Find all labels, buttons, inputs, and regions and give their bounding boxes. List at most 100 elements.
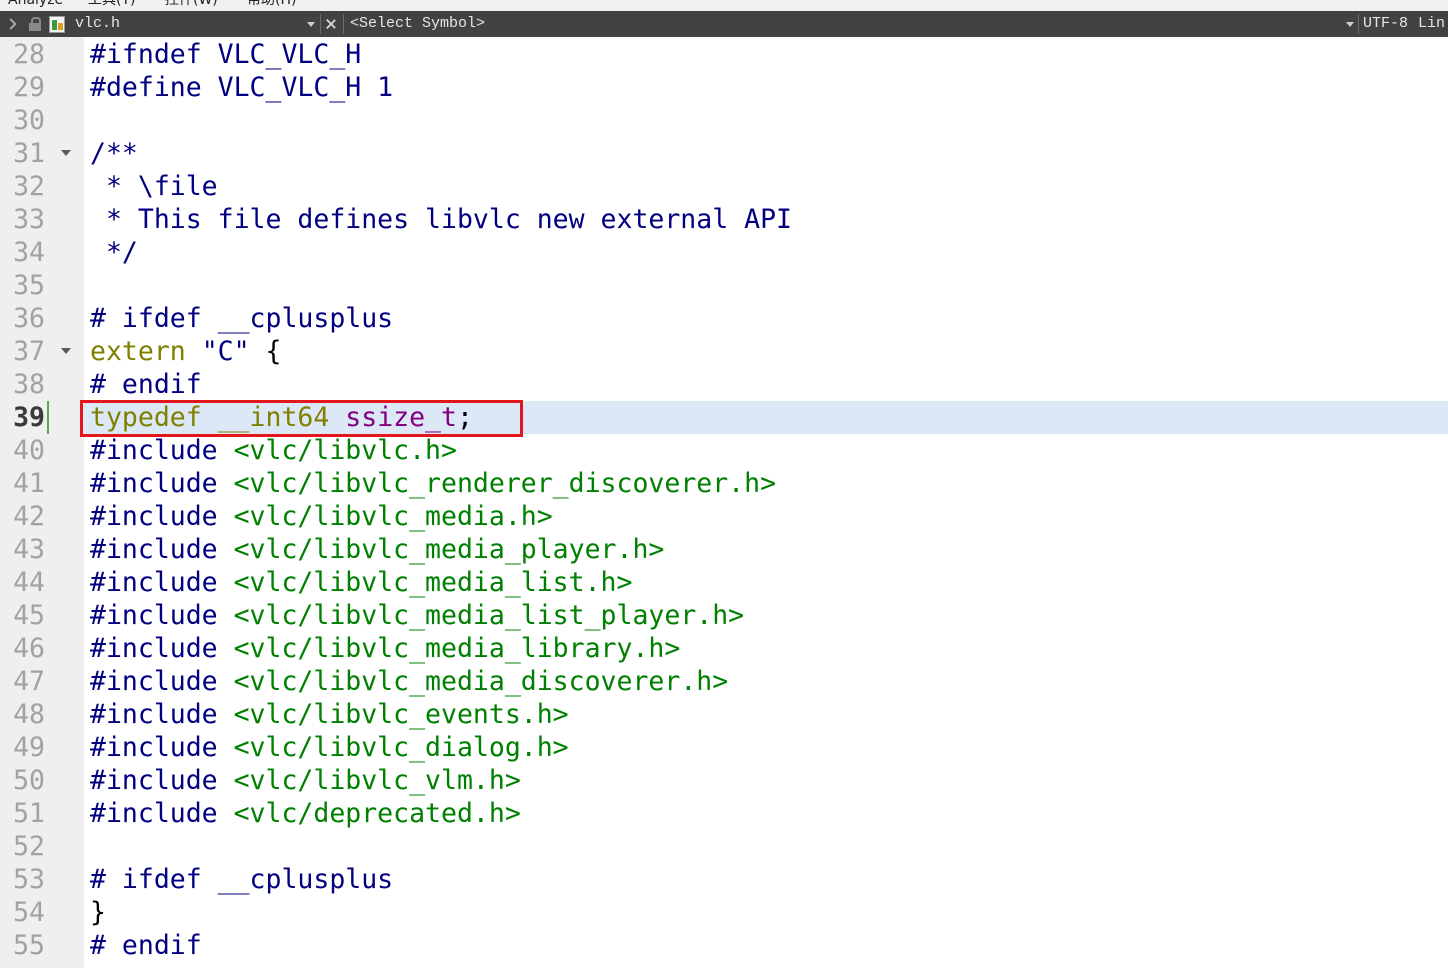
code-line[interactable]: 41 #include <vlc/libvlc_renderer_discover… [0,467,1448,500]
code-text[interactable]: #include <vlc/libvlc_vlm.h> [84,764,1448,797]
gutter-cell[interactable]: 28 [0,38,84,71]
menu-tools[interactable]: 工具(T) [88,0,135,9]
gutter-cell[interactable]: 30 [0,104,84,137]
code-line[interactable]: 51 #include <vlc/deprecated.h> [0,797,1448,830]
gutter-cell[interactable]: 37 [0,335,84,368]
code-line[interactable]: 49 #include <vlc/libvlc_dialog.h> [0,731,1448,764]
code-text[interactable]: */ [84,236,1448,269]
close-icon[interactable] [325,18,337,30]
code-line[interactable]: 42 #include <vlc/libvlc_media.h> [0,500,1448,533]
code-editor[interactable]: 28 #ifndef VLC_VLC_H 29 #define VLC_VLC_H 1… [0,37,1448,968]
gutter-cell[interactable]: 54 [0,896,84,929]
code-text[interactable]: #include <vlc/libvlc.h> [84,434,1448,467]
gutter-cell[interactable]: 46 [0,632,84,665]
code-line[interactable]: 52 [0,830,1448,863]
code-line[interactable]: 33 * This file defines libvlc new extern… [0,203,1448,236]
code-text[interactable]: #ifndef VLC_VLC_H [84,38,1448,71]
lock-icon[interactable] [29,17,41,31]
code-line[interactable]: 29 #define VLC_VLC_H 1 [0,71,1448,104]
code-line[interactable]: 54} [0,896,1448,929]
code-text[interactable]: #include <vlc/libvlc_media_player.h> [84,533,1448,566]
gutter-cell[interactable]: 49 [0,731,84,764]
gutter-cell[interactable]: 40 [0,434,84,467]
gutter-cell[interactable]: 31 [0,137,84,170]
code-text[interactable]: #include <vlc/libvlc_media.h> [84,500,1448,533]
code-line[interactable]: 55 # endif [0,929,1448,962]
chevron-down-icon[interactable] [1346,22,1354,27]
gutter-cell[interactable]: 44 [0,566,84,599]
code-text[interactable]: #include <vlc/libvlc_media_list_player.h… [84,599,1448,632]
code-line[interactable]: 44 #include <vlc/libvlc_media_list.h> [0,566,1448,599]
code-text[interactable]: #include <vlc/libvlc_events.h> [84,698,1448,731]
chevron-right-icon[interactable] [5,18,17,30]
code-line[interactable]: 50 #include <vlc/libvlc_vlm.h> [0,764,1448,797]
gutter-cell[interactable]: 50 [0,764,84,797]
gutter-cell[interactable]: 39 [0,401,84,434]
code-text[interactable]: # endif [84,929,1448,962]
code-line[interactable]: 38 # endif [0,368,1448,401]
code-line[interactable]: 48 #include <vlc/libvlc_events.h> [0,698,1448,731]
gutter-cell[interactable]: 33 [0,203,84,236]
menu-help[interactable]: 帮助(H) [247,0,296,9]
gutter-cell[interactable]: 35 [0,269,84,302]
code-lines[interactable]: 28 #ifndef VLC_VLC_H 29 #define VLC_VLC_H 1… [0,38,1448,962]
encoding-label[interactable]: UTF-8 [1363,11,1408,37]
code-text[interactable] [84,830,1448,863]
code-line[interactable]: 32 * \file [0,170,1448,203]
code-text[interactable]: } [84,896,1448,929]
code-text[interactable]: extern "C" { [84,335,1448,368]
gutter-cell[interactable]: 48 [0,698,84,731]
code-line[interactable]: 31 /** [0,137,1448,170]
code-text[interactable]: #include <vlc/deprecated.h> [84,797,1448,830]
gutter-cell[interactable]: 53 [0,863,84,896]
fold-arrow-icon[interactable] [61,348,71,354]
code-text[interactable]: #include <vlc/libvlc_media_library.h> [84,632,1448,665]
code-text[interactable]: #include <vlc/libvlc_media_discoverer.h> [84,665,1448,698]
code-text[interactable]: #define VLC_VLC_H 1 [84,71,1448,104]
code-text[interactable]: * \file [84,170,1448,203]
code-line[interactable]: 28 #ifndef VLC_VLC_H [0,38,1448,71]
gutter-cell[interactable]: 51 [0,797,84,830]
menu-analyze[interactable]: Analyze [8,0,63,9]
code-text[interactable] [84,104,1448,137]
code-line[interactable]: 34 */ [0,236,1448,269]
gutter-cell[interactable]: 45 [0,599,84,632]
code-line[interactable]: 36 # ifdef __cplusplus [0,302,1448,335]
code-line[interactable]: 30 [0,104,1448,137]
code-line[interactable]: 35 [0,269,1448,302]
gutter-cell[interactable]: 29 [0,71,84,104]
gutter-cell[interactable]: 32 [0,170,84,203]
gutter-cell[interactable]: 38 [0,368,84,401]
code-line[interactable]: 43 #include <vlc/libvlc_media_player.h> [0,533,1448,566]
gutter-cell[interactable]: 36 [0,302,84,335]
open-document-selector[interactable]: vlc.h [75,11,120,37]
gutter-cell[interactable]: 41 [0,467,84,500]
chevron-down-icon[interactable] [307,22,315,27]
code-text[interactable]: /** [84,137,1448,170]
code-text[interactable]: #include <vlc/libvlc_renderer_discoverer… [84,467,1448,500]
symbol-selector[interactable]: <Select Symbol> [350,11,485,37]
code-text[interactable]: #include <vlc/libvlc_media_list.h> [84,566,1448,599]
code-line[interactable]: 40 #include <vlc/libvlc.h> [0,434,1448,467]
code-line[interactable]: 37 extern "C" { [0,335,1448,368]
code-text[interactable]: #include <vlc/libvlc_dialog.h> [84,731,1448,764]
code-text[interactable]: * This file defines libvlc new external … [84,203,1448,236]
gutter-cell[interactable]: 42 [0,500,84,533]
gutter-cell[interactable]: 52 [0,830,84,863]
line-column-label[interactable]: Lin [1418,11,1445,37]
gutter-cell[interactable]: 34 [0,236,84,269]
code-text[interactable]: # ifdef __cplusplus [84,863,1448,896]
code-line[interactable]: 47 #include <vlc/libvlc_media_discoverer.… [0,665,1448,698]
code-line[interactable]: 45 #include <vlc/libvlc_media_list_player… [0,599,1448,632]
code-line[interactable]: 46 #include <vlc/libvlc_media_library.h> [0,632,1448,665]
code-line[interactable]: 53 # ifdef __cplusplus [0,863,1448,896]
menu-window[interactable]: 控件(W) [165,0,218,9]
gutter-cell[interactable]: 55 [0,929,84,962]
code-text[interactable]: # ifdef __cplusplus [84,302,1448,335]
code-text[interactable]: # endif [84,368,1448,401]
code-text[interactable] [84,269,1448,302]
gutter-cell[interactable]: 47 [0,665,84,698]
gutter-cell[interactable]: 43 [0,533,84,566]
fold-arrow-icon[interactable] [61,150,71,156]
code-token: <vlc/libvlc_media_list.h> [233,567,633,598]
